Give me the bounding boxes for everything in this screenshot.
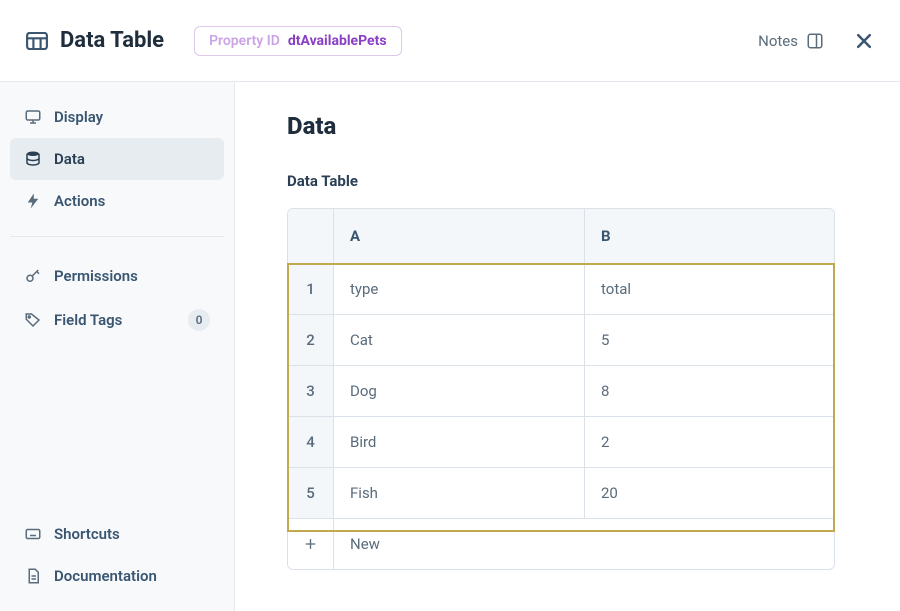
sidebar-item-permissions[interactable]: Permissions [10,255,224,297]
cell[interactable]: Fish [334,468,585,519]
sidebar-item-label: Shortcuts [54,525,120,543]
cell[interactable]: total [585,264,835,315]
corner-cell [288,209,334,264]
panel-right-icon [806,32,824,50]
sidebar-item-label: Documentation [54,567,157,585]
sidebar-item-label: Permissions [54,267,138,285]
sidebar-item-label: Display [54,108,103,126]
row-number[interactable]: 4 [288,417,334,468]
table-row[interactable]: 1 type total [288,264,834,315]
row-number[interactable]: 5 [288,468,334,519]
table-icon [26,32,48,50]
document-icon [24,567,42,585]
cell[interactable]: type [334,264,585,315]
sidebar-item-documentation[interactable]: Documentation [10,555,224,597]
cell[interactable]: 5 [585,315,835,366]
keyboard-icon [24,525,42,543]
table-row[interactable]: 2 Cat 5 [288,315,834,366]
cell[interactable]: 20 [585,468,835,519]
cell[interactable]: 2 [585,417,835,468]
section-label: Data Table [287,172,848,190]
notes-label: Notes [758,32,798,50]
table-header-row: A B [288,209,834,264]
data-table[interactable]: A B 1 type total 2 Cat 5 3 Dog 8 [287,208,835,570]
table-row[interactable]: 3 Dog 8 [288,366,834,417]
row-number[interactable]: 1 [288,264,334,315]
tag-icon [24,311,42,329]
sidebar-item-actions[interactable]: Actions [10,180,224,222]
property-id-value: dtAvailablePets [288,33,387,49]
add-row-label[interactable]: New [334,519,835,569]
monitor-icon [24,108,42,126]
row-number[interactable]: 3 [288,366,334,417]
close-icon[interactable] [854,31,874,51]
database-icon [24,150,42,168]
main-panel: Data Data Table A B 1 type total 2 Cat 5 [235,82,900,611]
row-number[interactable]: 2 [288,315,334,366]
page-title: Data Table [60,28,164,53]
header-right: Notes [758,31,874,51]
add-row-icon-cell[interactable] [288,519,334,569]
header-bar: Data Table Property ID dtAvailablePets N… [0,0,900,82]
cell[interactable]: 8 [585,366,835,417]
table-row[interactable]: 4 Bird 2 [288,417,834,468]
header-left: Data Table Property ID dtAvailablePets [26,26,402,56]
sidebar-item-display[interactable]: Display [10,96,224,138]
sidebar-group-main: Display Data Actions [10,96,224,237]
main-title: Data [287,112,848,140]
sidebar-item-label: Field Tags [54,311,122,329]
add-row[interactable]: New [288,519,834,569]
data-table-wrap: A B 1 type total 2 Cat 5 3 Dog 8 [287,208,848,570]
sidebar-group-meta: Permissions Field Tags 0 [10,237,224,343]
sidebar-footer: Shortcuts Documentation [10,503,224,597]
column-header-a[interactable]: A [334,209,585,264]
field-tags-count-badge: 0 [188,309,210,331]
property-id-badge[interactable]: Property ID dtAvailablePets [194,26,401,56]
sidebar: Display Data Actions [0,82,235,611]
cell[interactable]: Bird [334,417,585,468]
property-id-label: Property ID [209,33,280,49]
cell[interactable]: Dog [334,366,585,417]
sidebar-item-shortcuts[interactable]: Shortcuts [10,513,224,555]
key-icon [24,267,42,285]
bolt-icon [24,192,42,210]
body: Display Data Actions [0,82,900,611]
notes-button[interactable]: Notes [758,32,824,50]
sidebar-item-data[interactable]: Data [10,138,224,180]
sidebar-item-field-tags[interactable]: Field Tags 0 [10,297,224,343]
cell[interactable]: Cat [334,315,585,366]
plus-icon [304,536,317,552]
table-row[interactable]: 5 Fish 20 [288,468,834,519]
sidebar-item-label: Actions [54,192,105,210]
sidebar-item-label: Data [54,150,85,168]
column-header-b[interactable]: B [585,209,835,264]
